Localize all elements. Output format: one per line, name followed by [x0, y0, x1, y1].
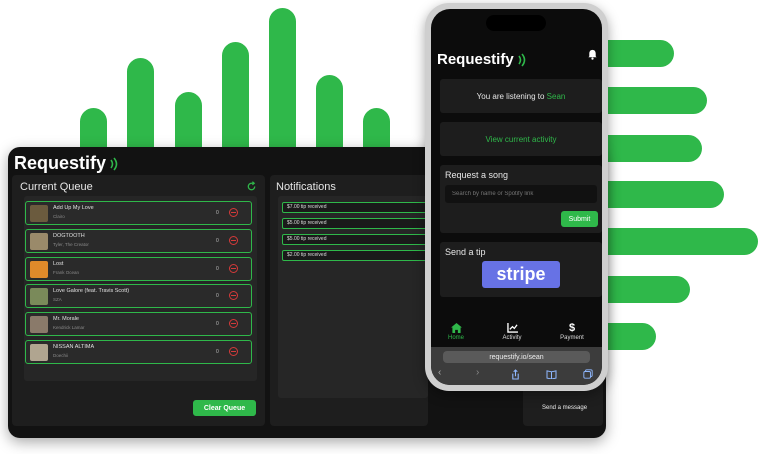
bookmarks-icon[interactable] — [546, 370, 557, 379]
notification-item: $5.00 tip received — [282, 234, 432, 245]
song-artist: Frank Ocean — [53, 270, 80, 275]
queue-title: Current Queue — [20, 181, 93, 193]
song-artist: Kendrick Lamar — [53, 325, 85, 330]
phone-mockup: Requestify You are listening to Sean Vie… — [425, 3, 608, 391]
refresh-icon[interactable] — [246, 181, 257, 192]
album-art — [30, 205, 48, 222]
remove-song-icon[interactable] — [229, 291, 238, 300]
clear-queue-button[interactable]: Clear Queue — [193, 400, 256, 416]
queue-song-row: NISSAN ALTIMA Doechii 0 — [25, 340, 252, 364]
phone-brand-logo: Requestify — [437, 51, 529, 68]
remove-song-icon[interactable] — [229, 264, 238, 273]
nav-activity[interactable]: Activity — [487, 323, 537, 341]
send-message-label[interactable]: Send a message — [542, 405, 587, 411]
remove-song-icon[interactable] — [229, 236, 238, 245]
request-count: 0 — [216, 210, 219, 216]
sound-wave-icon — [518, 52, 525, 67]
forward-icon[interactable]: › — [476, 367, 479, 378]
nav-home[interactable]: Home — [431, 323, 481, 341]
sound-wave-icon — [110, 156, 118, 171]
tip-title: Send a tip — [445, 247, 486, 257]
listening-card: You are listening to Sean — [440, 79, 602, 113]
queue-song-row: DOGTOOTH Tyler, The Creator 0 — [25, 229, 252, 253]
queue-song-row: Lost Frank Ocean 0 — [25, 257, 252, 281]
album-art — [30, 316, 48, 333]
remove-song-icon[interactable] — [229, 347, 238, 356]
phone-brand-name: Requestify — [437, 51, 514, 68]
song-title: DOGTOOTH — [53, 233, 85, 239]
song-search-input[interactable] — [445, 185, 597, 203]
browser-bar: requestify.io/sean ‹ › — [431, 347, 602, 385]
remove-song-icon[interactable] — [229, 208, 238, 217]
chart-icon — [506, 323, 518, 333]
request-title: Request a song — [445, 170, 509, 180]
stripe-button[interactable]: stripe — [482, 261, 560, 288]
dynamic-island — [486, 15, 546, 31]
song-artist: Doechii — [53, 353, 69, 358]
phone-screen: Requestify You are listening to Sean Vie… — [431, 9, 602, 385]
eq-bar — [269, 8, 296, 168]
notification-item: $7.00 tip received — [282, 202, 432, 213]
send-tip-card: Send a tip stripe — [440, 242, 602, 297]
eq-bar — [590, 181, 724, 208]
song-title: Love Galore (feat. Travis Scott) — [53, 288, 130, 294]
request-count: 0 — [216, 293, 219, 299]
request-count: 0 — [216, 321, 219, 327]
album-art — [30, 288, 48, 305]
song-artist: SZA — [53, 297, 62, 302]
request-song-card: Request a song Submit — [440, 165, 602, 233]
home-icon — [450, 323, 462, 333]
request-count: 0 — [216, 266, 219, 272]
album-art — [30, 261, 48, 278]
listening-prefix: You are listening to — [476, 91, 545, 101]
back-icon[interactable]: ‹ — [438, 367, 441, 378]
share-icon[interactable] — [511, 369, 520, 380]
request-count: 0 — [216, 238, 219, 244]
bell-icon[interactable] — [587, 49, 598, 60]
tabs-icon[interactable] — [583, 369, 593, 379]
song-title: Lost — [53, 261, 64, 267]
song-artist: Clairo — [53, 214, 65, 219]
nav-home-label: Home — [447, 335, 464, 341]
queue-song-row: Add Up My Love Clairo 0 — [25, 201, 252, 225]
request-count: 0 — [216, 349, 219, 355]
view-activity-link[interactable]: View current activity — [486, 135, 557, 144]
album-art — [30, 233, 48, 250]
eq-bar — [590, 228, 758, 255]
notification-item: $5.00 tip received — [282, 218, 432, 229]
nav-payment-label: Payment — [560, 335, 584, 341]
brand-name: Requestify — [14, 153, 107, 173]
view-activity-card[interactable]: View current activity — [440, 122, 602, 156]
dollar-icon: $ — [568, 322, 576, 334]
brand-logo: Requestify — [14, 153, 121, 174]
nav-activity-label: Activity — [502, 335, 522, 341]
nav-payment[interactable]: $ Payment — [547, 322, 597, 342]
song-artist: Tyler, The Creator — [53, 242, 89, 247]
dj-name[interactable]: Sean — [547, 92, 566, 101]
song-title: Mr. Morale — [53, 316, 79, 322]
remove-song-icon[interactable] — [229, 319, 238, 328]
notification-item: $2.00 tip received — [282, 250, 432, 261]
stripe-logo-text: stripe — [496, 264, 546, 284]
notifications-title: Notifications — [276, 181, 336, 193]
album-art — [30, 344, 48, 361]
queue-song-row: Mr. Morale Kendrick Lamar 0 — [25, 312, 252, 336]
submit-button[interactable]: Submit — [561, 211, 598, 227]
bottom-nav: Home Activity $ Payment — [431, 319, 602, 349]
song-title: Add Up My Love — [53, 205, 94, 211]
queue-song-row: Love Galore (feat. Travis Scott) SZA 0 — [25, 284, 252, 308]
song-title: NISSAN ALTIMA — [53, 344, 95, 350]
url-bar[interactable]: requestify.io/sean — [443, 351, 590, 363]
